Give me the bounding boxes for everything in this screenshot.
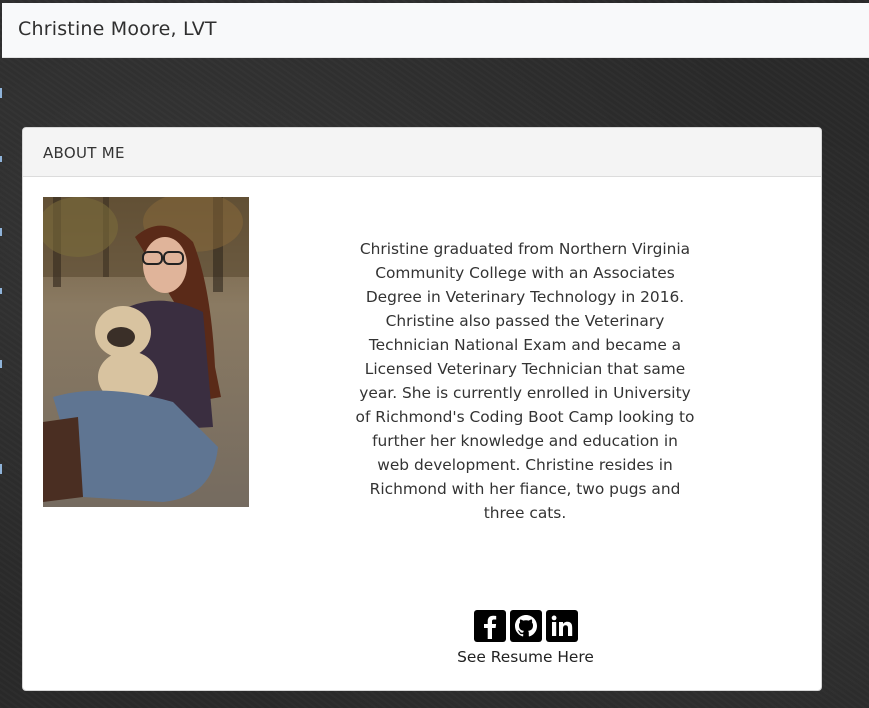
facebook-link[interactable] [474, 610, 506, 642]
profile-photo [43, 197, 249, 507]
about-card: ABOUT ME Christine graduated from Northe… [22, 127, 822, 691]
about-bio: Christine graduated from Northern Virgin… [355, 240, 695, 522]
left-edge-artifact [0, 60, 3, 480]
github-link[interactable] [510, 610, 542, 642]
social-links [474, 610, 578, 642]
github-icon [515, 615, 537, 637]
top-navbar: Christine Moore, LVT [2, 3, 869, 58]
resume-link[interactable]: See Resume Here [423, 648, 628, 666]
about-card-header: ABOUT ME [23, 128, 821, 177]
linkedin-icon [551, 615, 573, 636]
navbar-brand[interactable]: Christine Moore, LVT [18, 18, 217, 40]
facebook-icon [484, 615, 497, 639]
linkedin-link[interactable] [546, 610, 578, 642]
